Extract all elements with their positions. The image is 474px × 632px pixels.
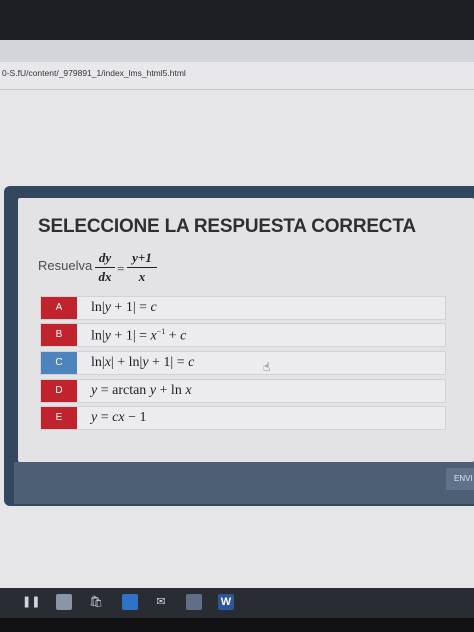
option-e-answer[interactable]: y = cx − 1 [91,410,146,426]
submit-button[interactable]: ENVI [446,468,474,490]
equals-sign: = [117,261,125,276]
address-bar[interactable]: 0-S.fU/content/_979891_1/index_lms_html5… [0,62,474,90]
question-title: SELECCIONE LA RESPUESTA CORRECTA [38,216,416,237]
rhs-denominator: x [138,269,146,284]
option-b[interactable]: B ln|y + 1| = x−1 + c [40,323,446,347]
photos-icon[interactable] [186,594,202,610]
option-d-badge[interactable]: D [41,380,77,402]
mail-icon[interactable]: ✉ [153,594,169,610]
option-c[interactable]: C ln|x| + ln|y + 1| = c [40,351,446,375]
option-e[interactable]: E y = cx − 1 [40,406,446,430]
lhs-denominator: dx [98,269,112,284]
word-icon[interactable]: W [218,594,234,610]
option-a-badge[interactable]: A [41,297,77,319]
store-icon[interactable]: 🛍 [88,594,104,610]
option-b-answer[interactable]: ln|y + 1| = x−1 + c [91,327,186,345]
rhs-numerator: y+1 [132,250,152,265]
url-text[interactable]: 0-S.fU/content/_979891_1/index_lms_html5… [2,68,186,78]
quiz-footer [14,462,474,504]
option-d-answer[interactable]: y = arctan y + ln x [91,383,192,399]
prompt-label: Resuelva [38,258,93,273]
lhs-numerator: dy [98,250,112,265]
option-a[interactable]: A ln|y + 1| = c [40,296,446,320]
option-d[interactable]: D y = arctan y + ln x [40,379,446,403]
task-view-icon[interactable]: ❚❚ [22,594,40,610]
option-e-badge[interactable]: E [41,407,77,429]
option-b-badge[interactable]: B [41,324,77,346]
edge-icon[interactable] [122,594,138,610]
option-c-answer[interactable]: ln|x| + ln|y + 1| = c [91,355,194,371]
hand-cursor-icon: ☝ [263,360,271,374]
rhs-fraction: y+1 x [127,250,157,285]
taskbar: ❚❚ 🛍 ✉ W [0,588,474,618]
monitor-bezel [0,0,474,40]
option-a-answer[interactable]: ln|y + 1| = c [91,300,157,316]
lhs-fraction: dy dx [95,250,115,285]
option-c-badge[interactable]: C [41,352,77,374]
browser-tab-strip [0,40,474,62]
file-explorer-icon[interactable] [56,594,72,610]
monitor-bezel-bottom [0,618,474,632]
